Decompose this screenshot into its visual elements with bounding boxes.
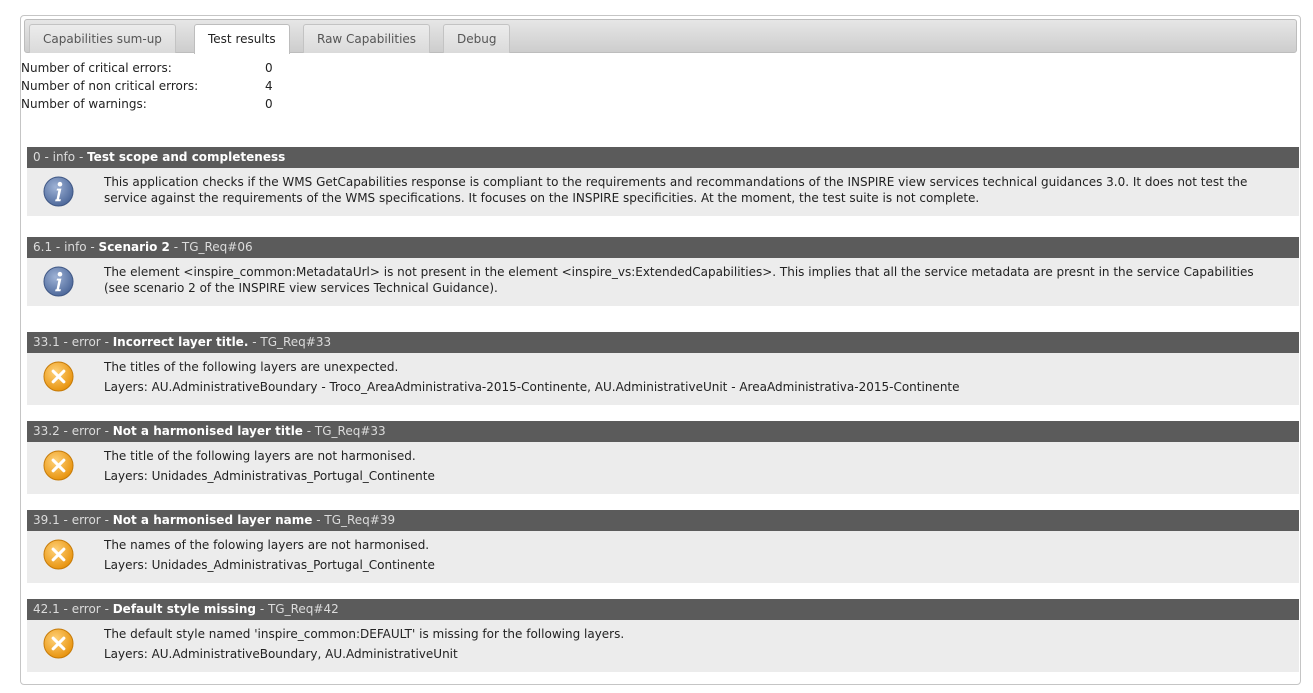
- summary-label: Number of critical errors:: [21, 61, 172, 75]
- summary-value: 4: [265, 79, 273, 93]
- message-id: 42.1: [33, 602, 60, 616]
- message-body: This application checks if the WMS GetCa…: [27, 168, 1299, 216]
- message-header: 33.1 - error - Incorrect layer title. - …: [27, 332, 1299, 353]
- message-block: 33.1 - error - Incorrect layer title. - …: [27, 332, 1299, 405]
- message-line: Layers: AU.AdministrativeBoundary - Troc…: [104, 380, 960, 394]
- error-icon: [43, 361, 74, 392]
- message-line: Layers: AU.AdministrativeBoundary, AU.Ad…: [104, 647, 458, 661]
- tab-debug[interactable]: Debug: [443, 24, 511, 53]
- message-severity: info: [64, 240, 87, 254]
- message-title: Incorrect layer title.: [112, 335, 249, 349]
- message-id: 33.2: [33, 424, 60, 438]
- message-text: The element <inspire_common:MetadataUrl>…: [104, 264, 1279, 300]
- message-body: The title of the following layers are no…: [27, 442, 1299, 494]
- message-block: 42.1 - error - Default style missing - T…: [27, 599, 1299, 672]
- message-id: 39.1: [33, 513, 60, 527]
- results-summary: Number of critical errors: 0 Number of no…: [21, 59, 273, 113]
- summary-label: Number of non critical errors:: [21, 79, 199, 93]
- message-body: The element <inspire_common:MetadataUrl>…: [27, 258, 1299, 306]
- message-text: This application checks if the WMS GetCa…: [104, 174, 1279, 210]
- message-block: 6.1 - info - Scenario 2 - TG_Req#06 The …: [27, 237, 1299, 306]
- message-severity: error: [71, 513, 101, 527]
- message-requirement: TG_Req#33: [314, 424, 386, 438]
- message-id: 33.1: [33, 335, 60, 349]
- message-line: The default style named 'inspire_common:…: [104, 627, 625, 641]
- error-icon: [43, 628, 74, 659]
- message-line: The element <inspire_common:MetadataUrl>…: [104, 265, 1254, 295]
- tab-raw-capabilities[interactable]: Raw Capabilities: [303, 24, 431, 53]
- message-line: The titles of the following layers are u…: [104, 360, 399, 374]
- error-icon: [43, 450, 74, 481]
- tab-test-results[interactable]: Test results: [194, 24, 290, 54]
- message-requirement: TG_Req#39: [324, 513, 396, 527]
- message-severity: info: [52, 150, 76, 164]
- message-id: 0: [33, 150, 41, 164]
- message-text: The title of the following layers are no…: [104, 448, 1279, 488]
- summary-value: 0: [265, 97, 273, 111]
- message-id: 6.1: [33, 240, 53, 254]
- message-block: 39.1 - error - Not a harmonised layer na…: [27, 510, 1299, 583]
- message-requirement: TG_Req#33: [260, 335, 332, 349]
- message-severity: error: [71, 335, 101, 349]
- message-severity: error: [71, 602, 101, 616]
- message-title: Not a harmonised layer name: [112, 513, 313, 527]
- message-requirement: TG_Req#06: [181, 240, 253, 254]
- message-severity: error: [71, 424, 101, 438]
- message-text: The default style named 'inspire_common:…: [104, 626, 1279, 666]
- message-title: Not a harmonised layer title: [112, 424, 303, 438]
- message-header: 33.2 - error - Not a harmonised layer ti…: [27, 421, 1299, 442]
- summary-non-critical-errors: Number of non critical errors: 4: [21, 77, 273, 95]
- summary-value: 0: [265, 61, 273, 75]
- message-title: Test scope and completeness: [87, 150, 286, 164]
- message-title: Scenario 2: [98, 240, 170, 254]
- message-text: The titles of the following layers are u…: [104, 359, 1279, 399]
- message-line: The title of the following layers are no…: [104, 449, 416, 463]
- message-line: The names of the folowing layers are not…: [104, 538, 430, 552]
- message-text: The names of the folowing layers are not…: [104, 537, 1279, 577]
- info-icon: [43, 266, 74, 297]
- tab-capabilities-sum-up[interactable]: Capabilities sum-up: [29, 24, 176, 53]
- tab-bar: Capabilities sum-up Test results Raw Cap…: [24, 19, 1297, 54]
- error-icon: [43, 539, 74, 570]
- message-requirement: TG_Req#42: [267, 602, 339, 616]
- summary-critical-errors: Number of critical errors: 0: [21, 59, 273, 77]
- message-title: Default style missing: [112, 602, 256, 616]
- message-header: 6.1 - info - Scenario 2 - TG_Req#06: [27, 237, 1299, 258]
- message-line: Layers: Unidades_Administrativas_Portuga…: [104, 469, 435, 483]
- message-block: 33.2 - error - Not a harmonised layer ti…: [27, 421, 1299, 494]
- message-header: 0 - info - Test scope and completeness: [27, 147, 1299, 168]
- message-header: 42.1 - error - Default style missing - T…: [27, 599, 1299, 620]
- message-line: Layers: Unidades_Administrativas_Portuga…: [104, 558, 435, 572]
- message-body: The names of the folowing layers are not…: [27, 531, 1299, 583]
- info-icon: [43, 176, 74, 207]
- summary-label: Number of warnings:: [21, 97, 147, 111]
- message-body: The default style named 'inspire_common:…: [27, 620, 1299, 672]
- message-line: This application checks if the WMS GetCa…: [104, 175, 1248, 205]
- summary-warnings: Number of warnings: 0: [21, 95, 273, 113]
- message-block: 0 - info - Test scope and completeness T…: [27, 147, 1299, 216]
- message-body: The titles of the following layers are u…: [27, 353, 1299, 405]
- message-header: 39.1 - error - Not a harmonised layer na…: [27, 510, 1299, 531]
